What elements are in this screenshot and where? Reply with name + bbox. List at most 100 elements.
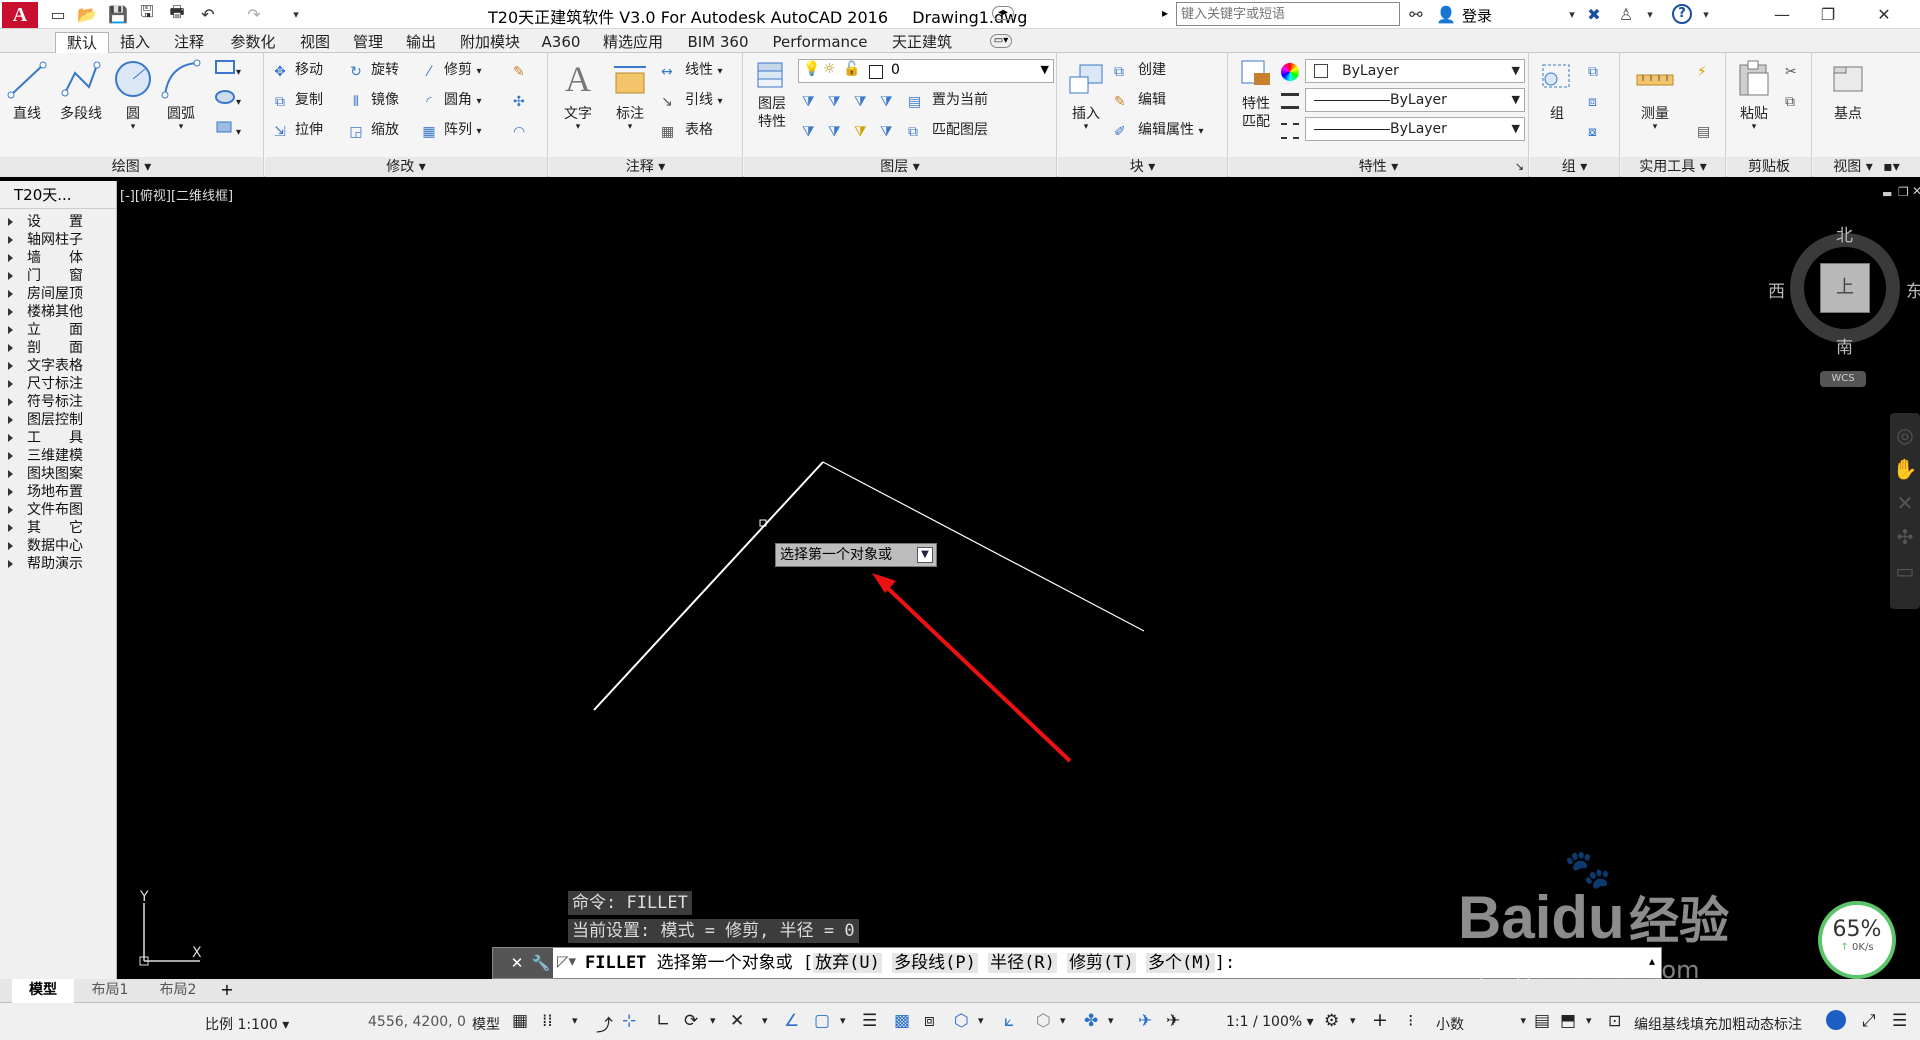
line-segment-1[interactable] xyxy=(593,461,824,711)
quick-select-button[interactable]: ⚡ xyxy=(1697,59,1721,81)
view-panel-title[interactable]: 视图 ▾ ▪▾ xyxy=(1813,157,1920,177)
lock-ui-icon[interactable]: ⬒ xyxy=(1560,1011,1576,1031)
annotation-scale-dropdown[interactable]: 1:1 / 100% ▾ xyxy=(1226,1014,1314,1030)
sidebar-item-text-table[interactable]: 文字表格 xyxy=(0,357,116,375)
workspace-switch[interactable]: ◂▸ xyxy=(992,6,1014,20)
gizmo-dropdown-icon[interactable]: ▾ xyxy=(1108,1014,1114,1027)
layer-tool-2[interactable]: ⧩ xyxy=(828,89,852,111)
object-snap-tracking-icon[interactable]: ∠ xyxy=(784,1011,799,1031)
paste-button[interactable]: 粘贴 ▾ xyxy=(1729,59,1779,132)
selection-filter-dropdown-icon[interactable]: ▾ xyxy=(1060,1014,1066,1027)
arc-button[interactable]: 圆弧 ▾ xyxy=(158,59,204,132)
tab-layout2[interactable]: 布局2 xyxy=(146,979,210,1003)
rotate-button[interactable]: ↻ 旋转 xyxy=(347,59,399,81)
user-icon[interactable]: 👤 xyxy=(1436,4,1456,24)
linetype-icon[interactable] xyxy=(1281,123,1299,139)
sidebar-item-layer-control[interactable]: 图层控制 xyxy=(0,411,116,429)
sidebar-item-file-layout[interactable]: 文件布图 xyxy=(0,501,116,519)
layer-tool-8[interactable]: ⧩ xyxy=(880,119,904,141)
group-edit-button[interactable]: ⧈ xyxy=(1588,89,1612,111)
clipboard-panel-title[interactable]: 剪贴板 xyxy=(1727,157,1811,177)
rectangle-button[interactable]: ▾ xyxy=(214,59,241,81)
viewcube-west[interactable]: 西 xyxy=(1768,277,1785,302)
new-file-icon[interactable]: ▭ xyxy=(48,4,68,24)
trim-button[interactable]: ⁄ 修剪 ▾ xyxy=(420,59,482,81)
command-customize-icon[interactable]: 🔧 xyxy=(529,948,553,978)
leader-button[interactable]: ↘ 引线 ▾ xyxy=(661,89,722,111)
tab-featured-apps[interactable]: 精选应用 xyxy=(595,32,671,53)
match-properties-button[interactable]: 特性 匹配 xyxy=(1233,59,1279,131)
tab-layout1[interactable]: 布局1 xyxy=(78,979,142,1003)
table-button[interactable]: ▦ 表格 xyxy=(661,119,713,141)
exchange-icon[interactable]: ✖ xyxy=(1584,4,1604,24)
snap-icon[interactable]: ⁞⁞ xyxy=(542,1011,553,1031)
sidebar-item-3d-modeling[interactable]: 三维建模 xyxy=(0,447,116,465)
tab-addins[interactable]: 附加模块 xyxy=(452,32,528,53)
copy-button[interactable]: ⧉ 复制 xyxy=(271,89,323,111)
command-recent-icon[interactable]: ◸▾ xyxy=(557,952,576,970)
tab-manage[interactable]: 管理 xyxy=(345,32,391,53)
hatch-button[interactable]: ▾ xyxy=(214,89,241,111)
properties-panel-title[interactable]: 特性 ▾ ↘ xyxy=(1229,157,1528,177)
object-snap-dropdown-icon[interactable]: ▾ xyxy=(840,1014,846,1027)
sidebar-item-other[interactable]: 其 它 xyxy=(0,519,116,537)
ribbon-minimize-button[interactable]: ▭▾ xyxy=(990,34,1012,48)
autocad-logo[interactable]: A xyxy=(2,2,38,28)
layer-tool-1[interactable]: ⧩ xyxy=(802,89,826,111)
utilities-panel-title[interactable]: 实用工具 ▾ xyxy=(1621,157,1725,177)
tab-a360[interactable]: A360 xyxy=(535,32,587,53)
ribbon-expand-icon[interactable]: ▪▾ xyxy=(1883,159,1900,175)
polar-icon[interactable]: ⟳ xyxy=(684,1011,698,1031)
modify-panel-title[interactable]: 修改 ▾ xyxy=(265,157,547,177)
edit-block-button[interactable]: ✎ 编辑 xyxy=(1114,89,1166,111)
text-button[interactable]: A 文字 ▾ xyxy=(555,59,601,132)
ortho-icon[interactable]: ∟ xyxy=(656,1011,670,1031)
viewcube-top-face[interactable]: 上 xyxy=(1820,263,1870,313)
copy-clip-button[interactable]: ⧉ xyxy=(1785,89,1809,111)
print-icon[interactable]: 🖶 xyxy=(167,2,187,24)
tab-insert[interactable]: 插入 xyxy=(112,32,158,53)
zoom-extents-icon[interactable]: ✕ xyxy=(1890,491,1920,515)
transparency-icon[interactable]: ▩ xyxy=(894,1011,910,1031)
steering-wheel-icon[interactable]: ◎ xyxy=(1890,423,1920,447)
tab-tianzheng[interactable]: 天正建筑 xyxy=(884,32,960,53)
insert-dropdown-icon[interactable]: ▾ xyxy=(1062,123,1110,132)
dynamic-input-icon[interactable]: ⊹ xyxy=(622,1011,636,1031)
measure-dropdown-icon[interactable]: ▾ xyxy=(1627,123,1683,132)
properties-launcher-icon[interactable]: ↘ xyxy=(1515,157,1524,177)
layer-dropdown[interactable]: 💡 ☼ 🔓 0 ▼ xyxy=(798,59,1054,83)
base-point-button[interactable]: 基点 xyxy=(1821,59,1875,123)
orbit-icon[interactable]: ✣ xyxy=(1890,525,1920,549)
minimize-icon[interactable]: — xyxy=(1772,4,1792,24)
create-block-button[interactable]: ⧉ 创建 xyxy=(1114,59,1166,81)
sidebar-item-data-center[interactable]: 数据中心 xyxy=(0,537,116,555)
quick-access-dropdown-icon[interactable]: ▾ xyxy=(286,4,306,24)
array-button[interactable]: ▦ 阵列 ▾ xyxy=(420,119,481,141)
command-grip[interactable] xyxy=(493,948,505,978)
layers-panel-title[interactable]: 图层 ▾ xyxy=(744,157,1056,177)
gizmo-icon[interactable]: ✤ xyxy=(1084,1011,1098,1031)
option-trim[interactable]: 修剪(T) xyxy=(1067,953,1136,973)
insert-button[interactable]: 插入 ▾ xyxy=(1062,59,1110,132)
move-button[interactable]: ✥ 移动 xyxy=(271,59,323,81)
ungroup-button[interactable]: ⧉ xyxy=(1588,59,1612,81)
scale-button[interactable]: ◲ 缩放 xyxy=(347,119,399,141)
sidebar-item-room-roof[interactable]: 房间屋顶 xyxy=(0,285,116,303)
isolate-objects-icon[interactable] xyxy=(1826,1010,1846,1030)
command-prompt[interactable]: FILLET 选择第一个对象或 [放弃(U) 多段线(P) 半径(R) 修剪(T… xyxy=(585,948,1235,978)
group-select-button[interactable]: ⧇ xyxy=(1588,119,1612,141)
help-icon[interactable]: ? xyxy=(1672,4,1692,24)
sidebar-title[interactable]: T20天... xyxy=(0,181,116,209)
option-undo[interactable]: 放弃(U) xyxy=(813,953,882,973)
cut-button[interactable]: ✂ xyxy=(1785,59,1809,81)
sidebar-item-section[interactable]: 剖 面 xyxy=(0,339,116,357)
redo-icon[interactable]: ↷ xyxy=(244,4,264,24)
workspace-gear-icon[interactable]: ⚙ xyxy=(1324,1011,1339,1031)
layer-tool-5[interactable]: ⧩ xyxy=(802,119,826,141)
circle-button[interactable]: 圆 ▾ xyxy=(110,59,156,132)
polyline-button[interactable]: 多段线 xyxy=(52,59,110,123)
sidebar-item-blocks-patterns[interactable]: 图块图案 xyxy=(0,465,116,483)
infer-constraints-icon[interactable]: ⤴ xyxy=(596,1011,613,1036)
showmotion-icon[interactable]: ▭ xyxy=(1890,559,1920,583)
save-icon[interactable]: 💾 xyxy=(108,4,128,24)
